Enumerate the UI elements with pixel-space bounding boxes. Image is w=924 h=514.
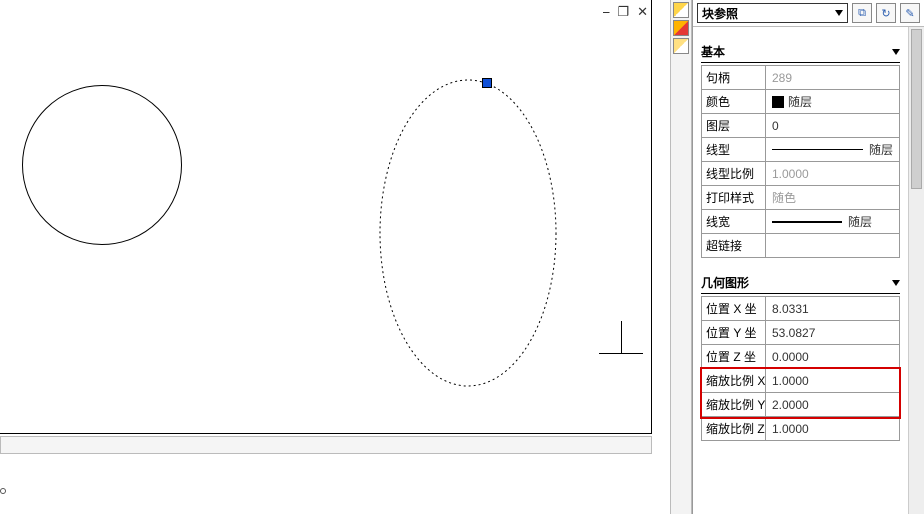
section-basic-grid: 句柄 289 颜色 随层 图层 0 线型 随层: [701, 65, 900, 258]
panel-header: 块参照 ⧉ ↻ ✎: [693, 0, 924, 27]
row-linetype[interactable]: 线型 随层: [702, 138, 899, 162]
section-geom-grid: 位置 X 坐 8.0331 位置 Y 坐 53.0827 位置 Z 坐 0.00…: [701, 296, 900, 441]
row-hyperlink[interactable]: 超链接: [702, 234, 899, 258]
object-type-label: 块参照: [702, 5, 738, 22]
section-geom-title: 几何图形: [701, 274, 749, 291]
panel-btn-2[interactable]: ↻: [876, 3, 896, 23]
scrollbar-thumb[interactable]: [911, 29, 922, 189]
label-hyperlink: 超链接: [702, 234, 766, 257]
panel-btn-3[interactable]: ✎: [900, 3, 920, 23]
chevron-down-icon: [892, 280, 900, 286]
row-posy[interactable]: 位置 Y 坐 53.0827: [702, 321, 899, 345]
canvas[interactable]: [0, 0, 652, 434]
row-layer[interactable]: 图层 0: [702, 114, 899, 138]
status-dot: [0, 488, 6, 494]
value-posy[interactable]: 53.0827: [766, 321, 899, 344]
value-posz[interactable]: 0.0000: [766, 345, 899, 368]
row-scalez[interactable]: 缩放比例 Z 1.0000: [702, 417, 899, 441]
color-swatch-icon: [772, 96, 784, 108]
selection-grip[interactable]: [482, 78, 492, 88]
value-color[interactable]: 随层: [766, 90, 899, 113]
row-handle: 句柄 289: [702, 66, 899, 90]
label-scalex: 缩放比例 X: [702, 369, 766, 392]
row-posx[interactable]: 位置 X 坐 8.0331: [702, 297, 899, 321]
value-handle: 289: [766, 66, 899, 89]
label-lineweight: 线宽: [702, 210, 766, 233]
label-posz: 位置 Z 坐: [702, 345, 766, 368]
palette-swatch-1[interactable]: [673, 2, 689, 18]
section-basic-header[interactable]: 基本: [701, 43, 900, 63]
label-posy: 位置 Y 坐: [702, 321, 766, 344]
label-scaley: 缩放比例 Y: [702, 393, 766, 416]
linetype-preview-icon: [772, 149, 863, 150]
value-scalez[interactable]: 1.0000: [766, 417, 899, 440]
value-linetype[interactable]: 随层: [766, 138, 899, 161]
value-scalex[interactable]: 1.0000: [766, 369, 899, 392]
row-posz[interactable]: 位置 Z 坐 0.0000: [702, 345, 899, 369]
panel-body: 基本 句柄 289 颜色 随层 图层 0: [693, 27, 924, 514]
row-color[interactable]: 颜色 随层: [702, 90, 899, 114]
horizontal-scrollbar[interactable]: [0, 436, 652, 454]
ellipse-entity-selected[interactable]: [378, 78, 558, 388]
value-lineweight-text: 随层: [848, 213, 872, 230]
label-scalez: 缩放比例 Z: [702, 417, 766, 440]
panel-btn-1[interactable]: ⧉: [852, 3, 872, 23]
chevron-down-icon: [835, 10, 843, 16]
value-plotstyle[interactable]: 随色: [766, 186, 899, 209]
label-handle: 句柄: [702, 66, 766, 89]
value-layer[interactable]: 0: [766, 114, 899, 137]
lineweight-preview-icon: [772, 221, 842, 223]
value-ltscale[interactable]: 1.0000: [766, 162, 899, 185]
palette-swatch-3[interactable]: [673, 38, 689, 54]
properties-panel: 块参照 ⧉ ↻ ✎ 基本 句柄 289 颜色: [692, 0, 924, 514]
row-lineweight[interactable]: 线宽 随层: [702, 210, 899, 234]
value-color-text: 随层: [788, 93, 812, 110]
panel-content: 基本 句柄 289 颜色 随层 图层 0: [693, 43, 908, 441]
section-basic-title: 基本: [701, 43, 725, 60]
label-plotstyle: 打印样式: [702, 186, 766, 209]
value-linetype-text: 随层: [869, 141, 893, 158]
label-posx: 位置 X 坐: [702, 297, 766, 320]
palette-swatch-2[interactable]: [673, 20, 689, 36]
row-ltscale[interactable]: 线型比例 1.0000: [702, 162, 899, 186]
value-scaley[interactable]: 2.0000: [766, 393, 899, 416]
value-posx[interactable]: 8.0331: [766, 297, 899, 320]
label-color: 颜色: [702, 90, 766, 113]
panel-vertical-scrollbar[interactable]: [908, 27, 924, 514]
label-ltscale: 线型比例: [702, 162, 766, 185]
label-linetype: 线型: [702, 138, 766, 161]
chevron-down-icon: [892, 49, 900, 55]
value-lineweight[interactable]: 随层: [766, 210, 899, 233]
row-scaley[interactable]: 缩放比例 Y 2.0000: [702, 393, 899, 417]
app-root: ⎯ ❐ ✕ 块参照 ⧉ ↻ ✎: [0, 0, 924, 514]
drawing-area[interactable]: ⎯ ❐ ✕: [0, 0, 670, 514]
label-layer: 图层: [702, 114, 766, 137]
circle-entity[interactable]: [22, 85, 182, 245]
section-geom-header[interactable]: 几何图形: [701, 274, 900, 294]
value-hyperlink[interactable]: [766, 234, 899, 257]
row-scalex[interactable]: 缩放比例 X 1.0000: [702, 369, 899, 393]
color-palette: [670, 0, 692, 514]
object-type-dropdown[interactable]: 块参照: [697, 3, 848, 23]
row-plotstyle[interactable]: 打印样式 随色: [702, 186, 899, 210]
